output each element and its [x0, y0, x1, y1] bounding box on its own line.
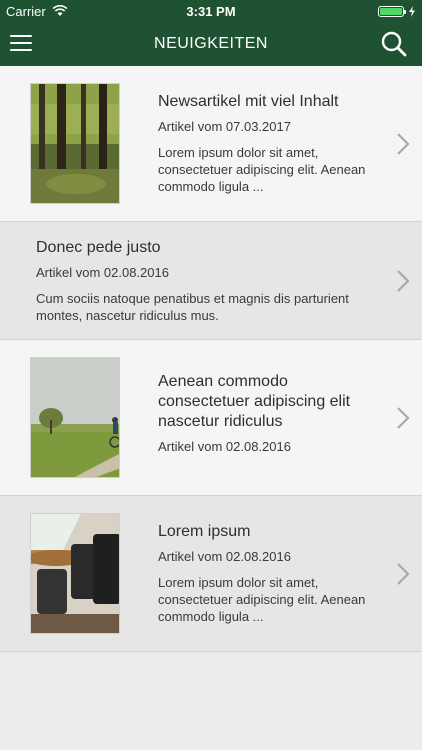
charging-bolt-icon	[409, 5, 415, 17]
search-icon[interactable]	[380, 30, 408, 58]
cyclist-field-photo	[30, 357, 120, 478]
chevron-right-icon	[397, 562, 410, 585]
article-title: Newsartikel mit viel Inhalt	[158, 93, 339, 110]
list-item[interactable]: Donec pede justo Artikel vom 02.08.2016 …	[0, 222, 422, 340]
article-excerpt: Lorem ipsum dolor sit amet, consectetuer…	[158, 575, 366, 624]
article-date: Artikel vom 02.08.2016	[158, 438, 291, 454]
list-item[interactable]: Lorem ipsum Artikel vom 02.08.2016 Lorem…	[0, 496, 422, 652]
wifi-icon	[52, 5, 68, 16]
article-date: Artikel vom 07.03.2017	[158, 119, 291, 134]
news-list: Newsartikel mit viel Inhalt Artikel vom …	[0, 66, 422, 652]
article-date: Artikel vom 02.08.2016	[36, 264, 169, 280]
navigation-bar: NEUIGKEITEN	[0, 22, 422, 66]
carrier-label: Carrier	[6, 3, 46, 19]
forest-photo	[30, 83, 120, 204]
status-bar: Carrier 3:31 PM	[0, 0, 422, 22]
office-chairs-photo	[30, 513, 120, 634]
article-excerpt: Lorem ipsum dolor sit amet, consectetuer…	[158, 145, 366, 194]
article-title: Lorem ipsum	[158, 523, 251, 540]
article-date: Artikel vom 02.08.2016	[158, 549, 291, 564]
hamburger-menu-icon[interactable]	[10, 32, 32, 54]
list-item[interactable]: Newsartikel mit viel Inhalt Artikel vom …	[0, 66, 422, 222]
chevron-right-icon	[397, 269, 410, 292]
list-item[interactable]: Aenean commodo consectetuer adipiscing e…	[0, 340, 422, 496]
article-title: Donec pede justo	[36, 238, 161, 256]
page-title: NEUIGKEITEN	[154, 35, 268, 52]
chevron-right-icon	[397, 132, 410, 155]
chevron-right-icon	[397, 406, 410, 429]
article-excerpt: Cum sociis natoque penatibus et magnis d…	[36, 290, 349, 323]
battery-icon	[378, 5, 406, 17]
article-title: Aenean commodo consectetuer adipiscing e…	[158, 372, 351, 430]
